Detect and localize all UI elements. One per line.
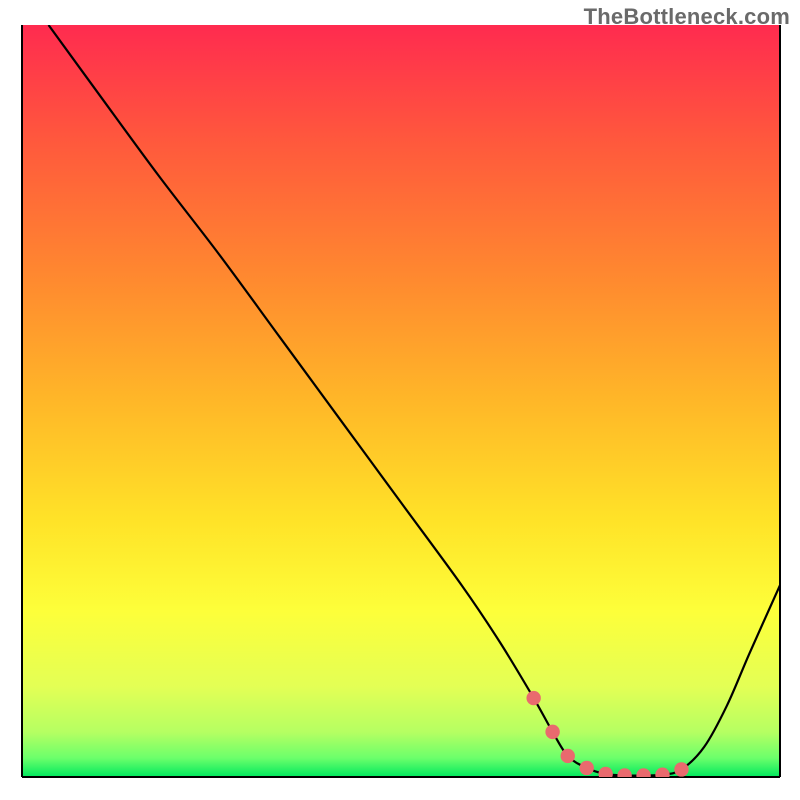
watermark-text: TheBottleneck.com xyxy=(584,4,790,30)
bottleneck-chart xyxy=(0,0,800,800)
gradient-background xyxy=(22,25,780,777)
